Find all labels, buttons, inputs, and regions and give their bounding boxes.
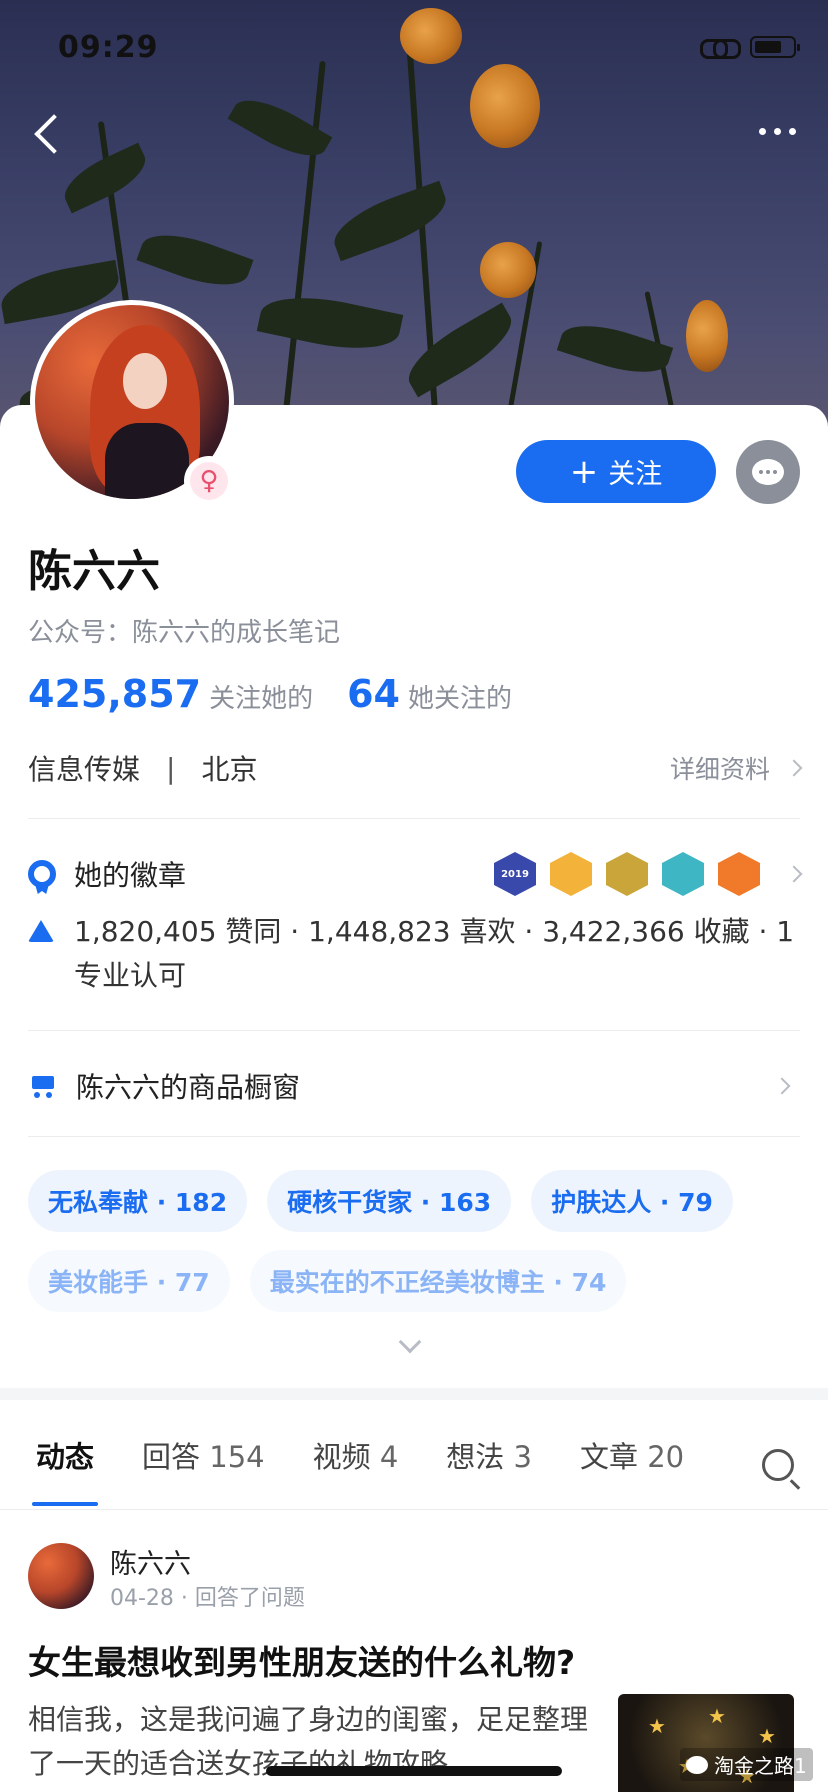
divider: [28, 1136, 800, 1137]
cow-badge-icon: [606, 852, 648, 896]
location: 北京: [201, 753, 258, 786]
home-indicator[interactable]: [266, 1766, 562, 1776]
more-icon[interactable]: [759, 128, 796, 135]
flower: [480, 242, 536, 298]
profile-name: 陈六六: [28, 546, 160, 597]
detail-link-label: 详细资料: [669, 755, 770, 784]
tab-answers[interactable]: 回答 154: [142, 1434, 265, 1476]
topic-tag[interactable]: 无私奉献 · 182: [28, 1170, 248, 1232]
following-label[interactable]: 她关注的: [408, 678, 512, 715]
tab-thoughts[interactable]: 想法 3: [446, 1434, 532, 1476]
back-icon[interactable]: [34, 114, 74, 154]
medal-icon: [28, 860, 56, 888]
detail-link[interactable]: 详细资料: [669, 750, 803, 786]
leaf: [326, 180, 454, 262]
year-2019-badge-icon: 2019: [494, 852, 536, 896]
link-icon: [700, 36, 741, 59]
battery-icon: [750, 36, 800, 58]
badges-row[interactable]: 她的徽章 2019: [28, 852, 803, 896]
profile-meta-row: 信息传媒 | 北京 详细资料: [28, 748, 803, 788]
followers-label[interactable]: 关注她的: [209, 678, 313, 715]
achievements-row: 1,820,405 赞同 · 1,448,823 喜欢 · 3,422,366 …: [28, 910, 800, 998]
section-gap: [0, 1388, 828, 1400]
divider: [28, 818, 800, 819]
flower: [686, 300, 728, 372]
orange-badge-icon: [718, 852, 760, 896]
teal-badge-icon: [662, 852, 704, 896]
search-icon[interactable]: [762, 1449, 794, 1481]
chevron-right-icon: [773, 1077, 791, 1095]
badge-list: 2019: [494, 852, 803, 896]
cart-icon: [28, 1074, 58, 1098]
cow-badge-icon: [550, 852, 592, 896]
industry: 信息传媒: [28, 753, 141, 786]
shop-window-row[interactable]: 陈六六的商品橱窗: [28, 1066, 800, 1106]
wechat-icon: [686, 1755, 708, 1774]
achievements-text: 1,820,405 赞同 · 1,448,823 喜欢 · 3,422,366 …: [74, 915, 795, 992]
follow-label: 关注: [608, 459, 663, 490]
meta-separator: |: [166, 751, 176, 785]
official-account[interactable]: 公众号：陈六六的成长笔记: [28, 612, 340, 649]
leaf: [398, 302, 522, 398]
gender-badge: ♀: [184, 456, 234, 506]
chevron-right-icon: [785, 759, 803, 777]
feed-author-name[interactable]: 陈六六: [110, 1542, 191, 1581]
badges-label: 她的徽章: [74, 859, 187, 892]
chevron-right-icon: [785, 865, 803, 883]
feed-meta: 04-28 · 回答了问题: [110, 1586, 305, 1611]
shop-label: 陈六六的商品橱窗: [76, 1071, 301, 1104]
topic-tag[interactable]: 硬核干货家 · 163: [267, 1170, 512, 1232]
divider: [28, 1030, 800, 1031]
followers-count[interactable]: 425,857: [28, 672, 201, 716]
leaf: [136, 222, 254, 298]
follow-button[interactable]: + 关注: [516, 440, 716, 503]
tab-articles[interactable]: 文章 20: [580, 1434, 684, 1476]
message-button[interactable]: [736, 440, 800, 504]
topic-tags: 无私奉献 · 182 硬核干货家 · 163 护肤达人 · 79 美妆能手 · …: [28, 1170, 800, 1312]
status-time: 09:29: [58, 30, 159, 65]
content-tabs: 动态 回答 154 视频 4 想法 3 文章 20: [0, 1400, 828, 1510]
topic-tag[interactable]: 护肤达人 · 79: [531, 1170, 733, 1232]
upvote-icon: [28, 920, 54, 942]
feed-author-avatar[interactable]: [28, 1543, 94, 1609]
female-icon: ♀: [190, 462, 228, 500]
watermark-text: 淘金之路1: [714, 1754, 807, 1778]
following-count[interactable]: 64: [347, 672, 400, 716]
plus-icon: +: [569, 451, 599, 492]
tab-videos[interactable]: 视频 4: [313, 1434, 399, 1476]
status-icons: [700, 36, 800, 59]
tab-activity[interactable]: 动态: [31, 1434, 99, 1506]
flower: [400, 8, 462, 64]
follow-stats: 425,857 关注她的 64 她关注的: [28, 672, 546, 716]
watermark: 淘金之路1: [680, 1748, 813, 1781]
topic-tag[interactable]: 美妆能手 · 77: [28, 1250, 230, 1312]
chat-bubble-icon: [752, 459, 784, 485]
leaf: [256, 285, 404, 361]
flower: [470, 64, 540, 148]
feed-title[interactable]: 女生最想收到男性朋友送的什么礼物?: [28, 1636, 575, 1684]
topic-tag[interactable]: 最实在的不正经美妆博主 · 74: [249, 1250, 627, 1312]
